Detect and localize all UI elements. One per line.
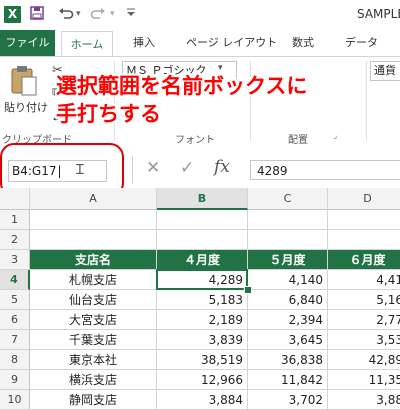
sales-value-cell[interactable]: 3,702 [248,390,328,410]
undo-icon[interactable] [58,6,74,25]
sales-value-cell[interactable]: 12,966 [157,370,248,390]
sales-value-cell[interactable]: 3,53 [328,330,400,350]
branch-name-cell[interactable]: 仙台支店 [30,290,157,310]
redo-dropdown-icon[interactable]: ▾ [110,6,115,23]
empty-cell[interactable] [248,210,328,230]
table-header-cell[interactable]: 支店名 [30,250,157,270]
cancel-icon[interactable]: ✕ [146,158,160,178]
sales-value-cell[interactable]: 3,88 [328,390,400,410]
alignment-group-label: 配置 [288,135,308,146]
table-header-cell[interactable]: ５月度 [248,250,328,270]
column-header-b[interactable]: B [157,188,248,210]
sales-value-cell[interactable]: 3,645 [248,330,328,350]
enter-icon[interactable]: ✓ [180,158,194,178]
empty-cell[interactable] [30,210,157,230]
empty-cell[interactable] [157,210,248,230]
font-group-label: フォント [175,135,215,146]
insert-function-icon[interactable]: fx [214,157,230,177]
title-bar: X ▾ ▾ SAMPLE [0,0,400,30]
paste-icon[interactable] [8,65,38,96]
paste-button-label[interactable]: 貼り付け [4,99,48,115]
row-header-7[interactable]: 7 [0,330,30,350]
sales-value-cell[interactable]: 11,35 [328,370,400,390]
tab-insert[interactable]: 挿入 [133,30,155,56]
empty-cell[interactable] [248,230,328,250]
sales-value-cell[interactable]: 11,842 [248,370,328,390]
tab-page-layout[interactable]: ページ レイアウト [186,30,277,56]
tab-data[interactable]: データ [345,30,378,56]
tab-formulas[interactable]: 数式 [292,30,314,56]
active-cell-outline [156,269,248,290]
row-header-9[interactable]: 9 [0,370,30,390]
empty-cell[interactable] [157,230,248,250]
select-all-corner[interactable] [0,188,30,210]
row-header-8[interactable]: 8 [0,350,30,370]
branch-name-cell[interactable]: 横浜支店 [30,370,157,390]
empty-cell[interactable] [30,230,157,250]
callout-line-2: 手打ちする [56,102,161,126]
tab-home[interactable]: ホーム [61,31,113,57]
alignment-dialog-launcher-icon[interactable]: ⌟ [333,131,337,141]
number-format-combo[interactable]: 通貨 [370,61,400,81]
branch-name-cell[interactable]: 札幌支店 [30,270,157,290]
sales-value-cell[interactable]: 36,838 [248,350,328,370]
sales-value-cell[interactable]: 2,394 [248,310,328,330]
table-header-cell[interactable]: ４月度 [157,250,248,270]
sales-value-cell[interactable]: 5,183 [157,290,248,310]
column-header-a[interactable]: A [30,188,157,210]
undo-dropdown-icon[interactable]: ▾ [76,6,81,23]
empty-cell[interactable] [328,230,400,250]
tab-file[interactable]: ファイル [0,30,55,56]
document-title: SAMPLE [357,7,400,21]
sales-value-cell[interactable]: 4,41 [328,270,400,290]
row-header-10[interactable]: 10 [0,390,30,410]
sales-value-cell[interactable]: 5,16 [328,290,400,310]
row-header-4[interactable]: 4 [0,270,30,290]
group-divider [366,61,367,141]
sales-value-cell[interactable]: 4,140 [248,270,328,290]
callout-line-1: 選択範囲を名前ボックスに [56,74,308,98]
branch-name-cell[interactable]: 静岡支店 [30,390,157,410]
redo-icon[interactable] [90,6,106,25]
row-header-3[interactable]: 3 [0,250,30,270]
row-header-1[interactable]: 1 [0,210,30,230]
save-icon[interactable] [30,6,44,25]
row-header-2[interactable]: 2 [0,230,30,250]
sales-value-cell[interactable]: 3,884 [157,390,248,410]
sales-value-cell[interactable]: 3,839 [157,330,248,350]
branch-name-cell[interactable]: 東京本社 [30,350,157,370]
sales-value-cell[interactable]: 42,89 [328,350,400,370]
sales-value-cell[interactable]: 6,840 [248,290,328,310]
divider [132,156,133,184]
formula-input[interactable]: 4289 [250,160,400,180]
table-header-cell[interactable]: ６月度 [328,250,400,270]
sales-value-cell[interactable]: 2,77 [328,310,400,330]
excel-app-icon: X [4,6,21,23]
customize-quick-access-icon[interactable] [126,5,136,24]
sales-value-cell[interactable]: 38,519 [157,350,248,370]
column-header-c[interactable]: C [248,188,328,210]
column-header-d[interactable]: D [328,188,400,210]
fill-handle[interactable] [244,286,252,294]
annotation-callout: 選択範囲を名前ボックスに 手打ちする [56,72,307,128]
row-header-6[interactable]: 6 [0,310,30,330]
empty-cell[interactable] [328,210,400,230]
ribbon-tabs: ファイル ホーム 挿入 ページ レイアウト 数式 データ [0,30,400,57]
sales-value-cell[interactable]: 2,189 [157,310,248,330]
branch-name-cell[interactable]: 千葉支店 [30,330,157,350]
row-header-5[interactable]: 5 [0,290,30,310]
branch-name-cell[interactable]: 大宮支店 [30,310,157,330]
